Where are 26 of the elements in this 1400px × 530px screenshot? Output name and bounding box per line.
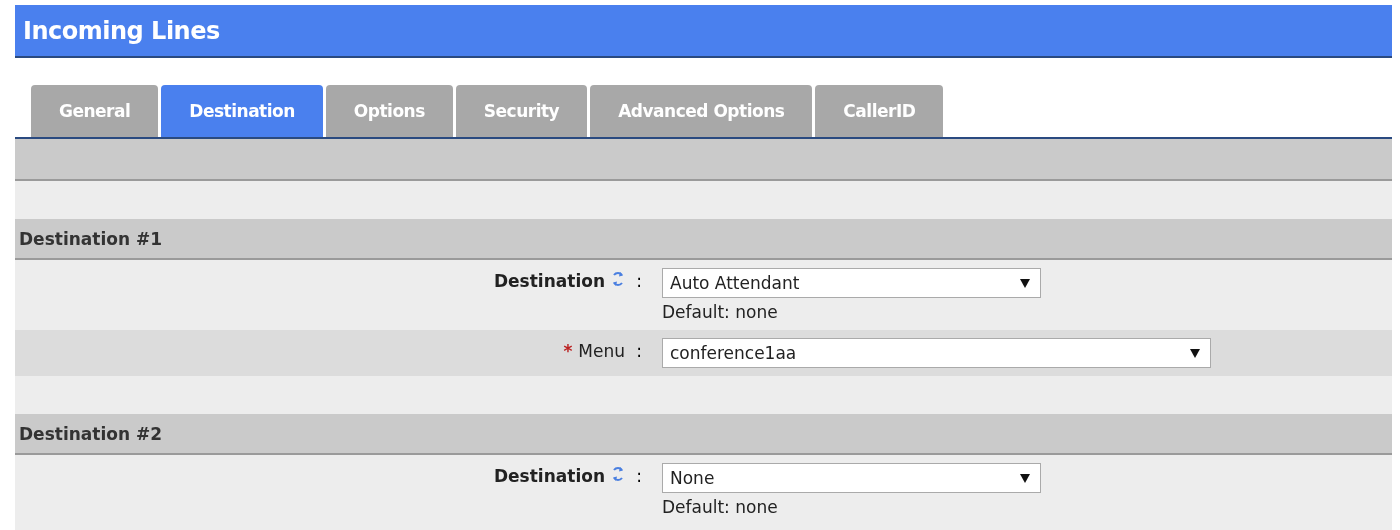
select-field[interactable]: Auto Attendant	[662, 268, 1041, 298]
tab[interactable]: Security	[455, 85, 588, 137]
label-separator: :	[635, 271, 643, 291]
refresh-icon[interactable]	[611, 271, 625, 287]
required-mark: *	[563, 341, 573, 361]
field-label: Menu	[578, 341, 625, 361]
field-label: Destination	[493, 271, 605, 291]
refresh-icon[interactable]	[611, 466, 625, 482]
caret-icon	[1020, 278, 1030, 288]
select-field[interactable]: None	[662, 463, 1041, 493]
tab[interactable]: Advanced Options	[590, 85, 813, 137]
default-hint: Default: none	[662, 302, 779, 322]
caret-icon	[1020, 473, 1030, 483]
field-label: Destination	[493, 466, 605, 486]
section-title: Destination #1	[19, 228, 162, 249]
tab[interactable]: CallerID	[815, 85, 944, 137]
tab[interactable]: General	[31, 85, 159, 137]
default-hint: Default: none	[662, 497, 779, 517]
page-title: Incoming Lines	[23, 16, 220, 45]
label-separator: :	[635, 341, 643, 361]
tab[interactable]: Destination	[161, 85, 323, 137]
section-title: Destination #2	[19, 423, 162, 444]
caret-icon	[1190, 348, 1200, 358]
select-field[interactable]: conference1aa	[662, 338, 1211, 368]
label-separator: :	[635, 466, 643, 486]
tab[interactable]: Options	[325, 85, 453, 137]
